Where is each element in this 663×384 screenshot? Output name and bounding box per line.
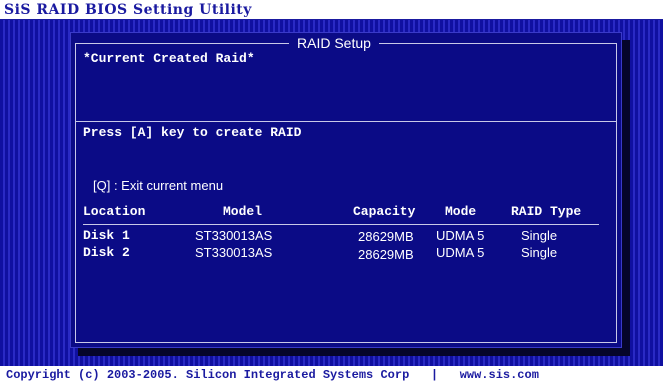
column-header-location: Location (83, 204, 146, 219)
exit-menu-hint: [Q] : Exit current menu (93, 178, 224, 193)
panel-title: RAID Setup (289, 35, 379, 51)
copyright-text: Copyright (c) 2003-2005. Silicon Integra… (6, 368, 410, 382)
footer: Copyright (c) 2003-2005. Silicon Integra… (0, 366, 663, 384)
table-header-divider (83, 224, 599, 225)
cell-capacity: 28629MB (358, 229, 414, 244)
title-bar: SiS RAID BIOS Setting Utility (0, 0, 663, 20)
section-divider (76, 121, 616, 122)
panel-frame (75, 43, 617, 343)
column-header-model: Model (223, 204, 263, 219)
create-raid-hint: Press [A] key to create RAID (83, 125, 302, 140)
column-header-raid-type: RAID Type (511, 204, 582, 219)
current-created-raid-label: *Current Created Raid* (83, 51, 255, 66)
cell-raid-type: Single (521, 245, 558, 260)
column-header-capacity: Capacity (353, 204, 416, 219)
website-link: www.sis.com (459, 368, 539, 382)
raid-setup-panel: RAID Setup *Current Created Raid* Press … (70, 32, 622, 348)
cell-model: ST330013AS (195, 228, 273, 243)
cell-model: ST330013AS (195, 245, 273, 260)
cell-capacity: 28629MB (358, 247, 414, 262)
cell-location: Disk 2 (83, 245, 130, 260)
app-title: SiS RAID BIOS Setting Utility (4, 2, 252, 18)
cell-mode: UDMA 5 (436, 245, 485, 260)
footer-separator: | (430, 368, 439, 382)
cell-raid-type: Single (521, 228, 558, 243)
column-header-mode: Mode (445, 204, 477, 219)
cell-location: Disk 1 (83, 228, 130, 243)
cell-mode: UDMA 5 (436, 228, 485, 243)
footer-text: Copyright (c) 2003-2005. Silicon Integra… (6, 368, 539, 382)
